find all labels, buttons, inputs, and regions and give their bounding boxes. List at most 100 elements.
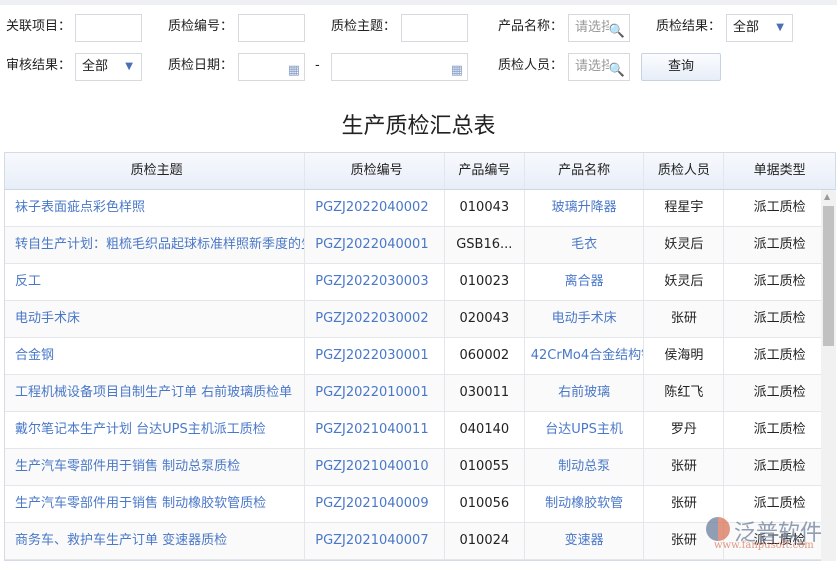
- cell-doc-type: 派工质检: [753, 200, 806, 215]
- audit-select[interactable]: 全部 ▼: [75, 53, 142, 81]
- date-start-input[interactable]: ▦: [238, 53, 305, 81]
- table-row[interactable]: 生产汽车零部件用于销售 制动橡胶软管质检 PGZJ2021040009 010056…: [5, 486, 835, 523]
- cell-inspector: 陈红飞: [644, 375, 725, 411]
- search-icon[interactable]: 🔍: [608, 58, 625, 80]
- cell-product-name[interactable]: 变速器: [525, 523, 645, 559]
- filter-panel: 关联项目： 质检编号： 质检主题： 产品名称： 请选择 🔍 质检结果： 全部 ▼ 审…: [0, 5, 837, 90]
- cell-subject[interactable]: 生产汽车零部件用于销售 制动总泵质检: [5, 449, 306, 485]
- header-doc-type[interactable]: 单据类型: [724, 153, 835, 189]
- date-end-input[interactable]: ▦: [331, 53, 468, 81]
- cell-product-name[interactable]: 42CrMo4合金结构钢: [525, 338, 645, 374]
- caret-down-icon: ▼: [125, 61, 133, 72]
- header-product-name[interactable]: 产品名称: [525, 153, 645, 189]
- project-input[interactable]: [75, 14, 142, 42]
- cell-subject[interactable]: 戴尔笔记本生产计划 台达UPS主机派工质检: [5, 412, 306, 448]
- cell-subject[interactable]: 商务车、救护车生产订单 变速器质检: [5, 523, 306, 559]
- cell-doc-type: 派工质检: [753, 348, 806, 363]
- result-label: 质检结果：: [656, 19, 722, 34]
- table-row[interactable]: 合金钢 PGZJ2022030001 060002 42CrMo4合金结构钢 侯海明 派工…: [5, 338, 835, 375]
- cell-doc-type: 派工质检: [753, 385, 806, 400]
- cell-product-code: 010055: [445, 449, 525, 485]
- cell-code[interactable]: PGZJ2022040001: [305, 227, 445, 263]
- product-picker[interactable]: 请选择 🔍: [568, 14, 630, 42]
- header-inspector[interactable]: 质检人员: [644, 153, 725, 189]
- cell-product-code: 030011: [445, 375, 525, 411]
- cell-code[interactable]: PGZJ2022040002: [305, 190, 445, 226]
- cell-doc-type: 派工质检: [753, 237, 806, 252]
- cell-doc-type: 派工质检: [753, 274, 806, 289]
- scrollbar-thumb[interactable]: [823, 206, 834, 346]
- cell-product-name[interactable]: 玻璃升降器: [525, 190, 645, 226]
- summary-table: 质检主题 质检编号 产品编号 产品名称 质检人员 单据类型 袜子表面疵点彩色样照…: [4, 152, 836, 561]
- cell-product-name[interactable]: 毛衣: [525, 227, 645, 263]
- table-header: 质检主题 质检编号 产品编号 产品名称 质检人员 单据类型: [5, 153, 835, 190]
- cell-inspector: 妖灵后: [644, 264, 725, 300]
- vertical-scrollbar[interactable]: ▲: [821, 190, 836, 561]
- cell-subject[interactable]: 电动手术床: [5, 301, 306, 337]
- brand-logo-icon: [706, 517, 730, 541]
- cell-product-name[interactable]: 制动总泵: [525, 449, 645, 485]
- date-separator: -: [315, 58, 320, 73]
- cell-product-code: 060002: [445, 338, 525, 374]
- header-code[interactable]: 质检编号: [305, 153, 445, 189]
- cell-product-code: 010056: [445, 486, 525, 522]
- cell-subject[interactable]: 生产汽车零部件用于销售 制动橡胶软管质检: [5, 486, 306, 522]
- table-row[interactable]: 电动手术床 PGZJ2022030002 020043 电动手术床 张研 派工质检: [5, 301, 835, 338]
- product-label: 产品名称：: [498, 19, 564, 34]
- calendar-icon[interactable]: ▦: [451, 58, 463, 84]
- cell-subject[interactable]: 合金钢: [5, 338, 306, 374]
- audit-label: 审核结果：: [6, 58, 72, 73]
- table-row[interactable]: 反工 PGZJ2022030003 010023 离合器 妖灵后 派工质检: [5, 264, 835, 301]
- cell-product-name[interactable]: 电动手术床: [525, 301, 645, 337]
- cell-subject[interactable]: 袜子表面疵点彩色样照: [5, 190, 306, 226]
- result-select[interactable]: 全部 ▼: [726, 14, 793, 42]
- cell-code[interactable]: PGZJ2022030003: [305, 264, 445, 300]
- table-row[interactable]: 生产汽车零部件用于销售 制动总泵质检 PGZJ2021040010 010055 制动…: [5, 449, 835, 486]
- query-button[interactable]: 查询: [641, 53, 721, 81]
- cell-product-name[interactable]: 离合器: [525, 264, 645, 300]
- cell-inspector: 张研: [644, 301, 725, 337]
- person-picker[interactable]: 请选择 🔍: [568, 53, 630, 81]
- subject-input[interactable]: [401, 14, 468, 42]
- result-value: 全部: [733, 20, 760, 35]
- date-label: 质检日期：: [168, 58, 234, 73]
- search-icon[interactable]: 🔍: [608, 19, 625, 41]
- cell-subject[interactable]: 工程机械设备项目自制生产订单 右前玻璃质检单: [5, 375, 306, 411]
- cell-inspector: 张研: [644, 486, 725, 522]
- table-row[interactable]: 转自生产计划：粗梳毛织品起球标准样照新季度的生产计划PGZJ2022040001…: [5, 227, 835, 264]
- cell-subject[interactable]: 反工: [5, 264, 306, 300]
- cell-product-code: 020043: [445, 301, 525, 337]
- cell-inspector: 张研: [644, 449, 725, 485]
- cell-inspector: 程星宇: [644, 190, 725, 226]
- watermark-url: www.fanpusoft.com: [714, 540, 814, 551]
- cell-code[interactable]: PGZJ2021040011: [305, 412, 445, 448]
- cell-code[interactable]: PGZJ2022010001: [305, 375, 445, 411]
- caret-down-icon: ▼: [776, 22, 784, 33]
- cell-product-code: 010023: [445, 264, 525, 300]
- table-row[interactable]: 戴尔笔记本生产计划 台达UPS主机派工质检 PGZJ2021040011 04014…: [5, 412, 835, 449]
- code-input[interactable]: [238, 14, 305, 42]
- header-product-code[interactable]: 产品编号: [445, 153, 525, 189]
- cell-code[interactable]: PGZJ2021040010: [305, 449, 445, 485]
- table-row[interactable]: 工程机械设备项目自制生产订单 右前玻璃质检单 PGZJ2022010001 0300…: [5, 375, 835, 412]
- cell-product-code: 010043: [445, 190, 525, 226]
- cell-subject[interactable]: 转自生产计划：粗梳毛织品起球标准样照新季度的生产计划: [5, 227, 306, 263]
- page-title: 生产质检汇总表: [341, 114, 496, 139]
- cell-product-name[interactable]: 台达UPS主机: [525, 412, 645, 448]
- cell-code[interactable]: PGZJ2022030001: [305, 338, 445, 374]
- cell-inspector: 侯海明: [644, 338, 725, 374]
- person-label: 质检人员：: [498, 58, 564, 73]
- calendar-icon[interactable]: ▦: [288, 58, 300, 84]
- cell-code[interactable]: PGZJ2021040009: [305, 486, 445, 522]
- cell-product-name[interactable]: 右前玻璃: [525, 375, 645, 411]
- scroll-up-icon[interactable]: ▲: [824, 192, 830, 201]
- header-subject[interactable]: 质检主题: [5, 153, 306, 189]
- cell-code[interactable]: PGZJ2021040007: [305, 523, 445, 559]
- project-label: 关联项目：: [6, 19, 72, 34]
- audit-value: 全部: [82, 59, 109, 74]
- table-row[interactable]: 袜子表面疵点彩色样照 PGZJ2022040002 010043 玻璃升降器 程星宇 派工…: [5, 190, 835, 227]
- cell-product-name[interactable]: 制动橡胶软管: [525, 486, 645, 522]
- cell-code[interactable]: PGZJ2022030002: [305, 301, 445, 337]
- cell-inspector: 妖灵后: [644, 227, 725, 263]
- code-label: 质检编号：: [168, 19, 234, 34]
